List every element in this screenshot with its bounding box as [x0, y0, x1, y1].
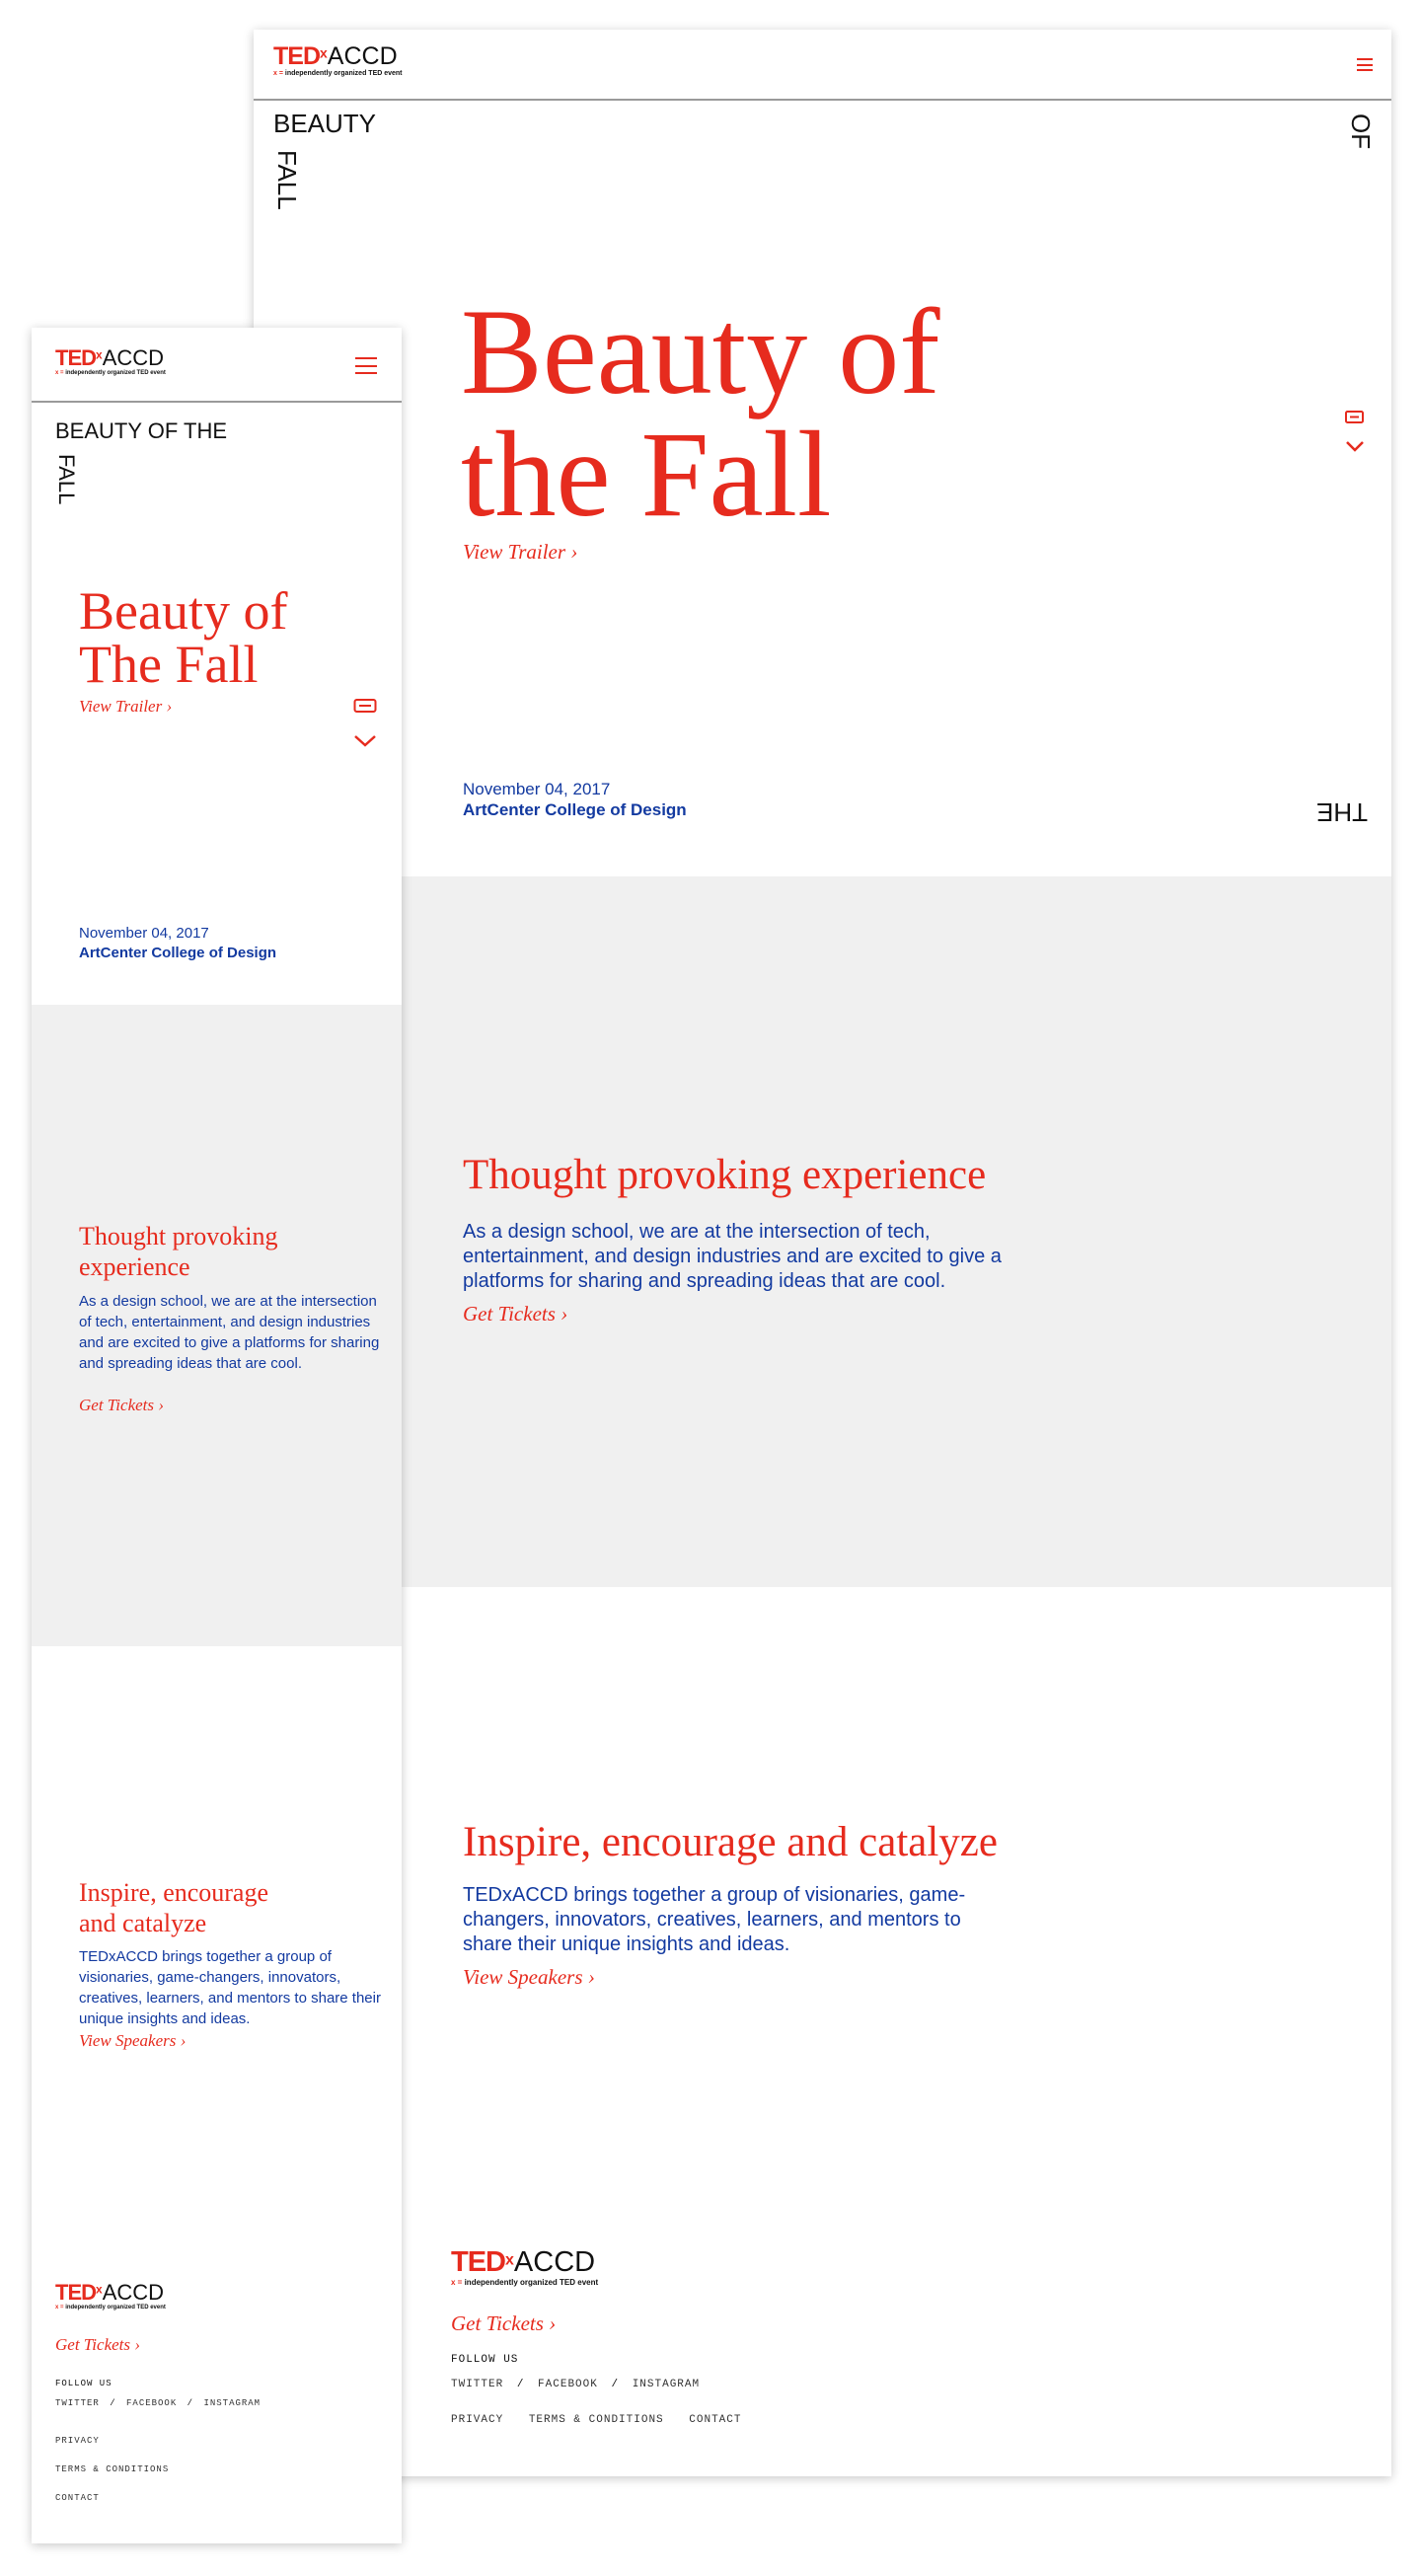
social-links: TWITTER / FACEBOOK / INSTAGRAM: [451, 2379, 700, 2390]
logo-tagline: independently organized TED event: [284, 70, 403, 77]
event-venue: ArtCenter College of Design: [463, 800, 687, 819]
mobile-chevron-down-icon[interactable]: [353, 734, 377, 748]
mobile-logo-ted: TED: [55, 345, 97, 370]
privacy-link[interactable]: PRIVACY: [451, 2414, 503, 2426]
mobile-inspire-heading: Inspire, encourage and catalyze: [79, 1877, 268, 1938]
mobile-facebook-link[interactable]: FACEBOOK: [126, 2398, 177, 2408]
mobile-social-separator: /: [187, 2398, 194, 2408]
footer-logo-x: x: [505, 2251, 514, 2269]
terms-link[interactable]: TERMS & CONDITIONS: [529, 2414, 664, 2426]
hero-title-line2: the Fall: [461, 407, 832, 542]
corner-word-beauty: BEAUTY: [273, 109, 377, 138]
mobile-twitter-link[interactable]: TWITTER: [55, 2398, 100, 2408]
corner-word-the: THE: [1316, 797, 1368, 827]
mobile-logo-accd: ACCD: [102, 345, 165, 370]
hero-title-line1: Beauty of: [461, 284, 940, 419]
legal-links: PRIVACY TERMS & CONDITIONS CONTACT: [451, 2414, 741, 2426]
mobile-view-speakers-link[interactable]: View Speakers ›: [79, 2031, 186, 2051]
corner-word-of: OF: [1346, 114, 1376, 150]
footer-logo-tag-mark: x =: [451, 2278, 463, 2287]
social-separator: /: [516, 2379, 525, 2390]
mobile-corner-fall: FALL: [54, 454, 79, 505]
mobile-footer-logo-x: x: [96, 2282, 103, 2297]
experience-heading: Thought provoking experience: [463, 1152, 987, 1198]
mobile-hero-title: Beauty of The Fall: [79, 584, 287, 691]
mobile-inspire-body: TEDxACCD brings together a group of visi…: [79, 1948, 381, 2027]
mobile-footer-tedx-logo[interactable]: TEDxACCD x = independently organized TED…: [55, 2282, 166, 2311]
tedx-logo[interactable]: TEDxACCD x = independently organized TED…: [273, 42, 403, 78]
twitter-link[interactable]: TWITTER: [451, 2379, 503, 2390]
mobile-footer-logo-ted: TED: [55, 2280, 97, 2305]
mobile-tedx-logo[interactable]: TEDxACCD x = independently organized TED…: [55, 345, 166, 377]
mobile-frame: TEDxACCD x = independently organized TED…: [32, 328, 402, 2543]
follow-us-label: FOLLOW US: [451, 2354, 519, 2366]
mobile-logo-tag-mark: x =: [55, 370, 64, 376]
hero-title: Beauty of the Fall: [461, 291, 940, 536]
footer-logo-tagline: independently organized TED event: [464, 2278, 599, 2287]
mobile-footer-logo-tagline: independently organized TED event: [65, 2305, 166, 2311]
contact-link[interactable]: CONTACT: [689, 2414, 741, 2426]
view-trailer-link[interactable]: View Trailer ›: [463, 540, 577, 565]
mobile-terms-link[interactable]: TERMS & CONDITIONS: [55, 2464, 169, 2474]
mobile-privacy-link[interactable]: PRIVACY: [55, 2436, 100, 2446]
mobile-ticket-icon[interactable]: [353, 697, 377, 715]
social-separator: /: [611, 2379, 620, 2390]
inspire-body: TEDxACCD brings together a group of visi…: [463, 1884, 966, 1955]
mobile-experience-heading-line1: Thought provoking: [79, 1222, 278, 1250]
mobile-experience-body: As a design school, we are at the inters…: [79, 1293, 380, 1372]
mobile-experience-heading-line2: experience: [79, 1252, 190, 1281]
mobile-hero-title-line2: The Fall: [79, 635, 259, 694]
view-speakers-link[interactable]: View Speakers ›: [463, 1965, 595, 1990]
mobile-logo-x: x: [96, 347, 103, 362]
get-tickets-link[interactable]: Get Tickets ›: [463, 1302, 567, 1326]
event-date: November 04, 2017: [463, 780, 611, 798]
mobile-footer-logo-accd: ACCD: [102, 2280, 165, 2305]
inspire-heading: Inspire, encourage and catalyze: [463, 1819, 998, 1865]
mobile-inspire-heading-line1: Inspire, encourage: [79, 1878, 269, 1907]
logo-x: x: [320, 44, 328, 61]
footer-logo-accd: ACCD: [513, 2246, 596, 2278]
desktop-frame: TEDxACCD x = independently organized TED…: [254, 30, 1391, 2476]
mobile-experience-heading: Thought provoking experience: [79, 1221, 278, 1282]
facebook-link[interactable]: FACEBOOK: [538, 2379, 598, 2390]
mobile-get-tickets-link[interactable]: Get Tickets ›: [79, 1396, 164, 1415]
mobile-instagram-link[interactable]: INSTAGRAM: [203, 2398, 261, 2408]
mobile-logo-tagline: independently organized TED event: [65, 370, 166, 376]
mobile-inspire-heading-line2: and catalyze: [79, 1909, 207, 1937]
footer-get-tickets-link[interactable]: Get Tickets ›: [451, 2311, 556, 2336]
menu-icon[interactable]: [1357, 58, 1373, 71]
logo-tag-mark: x =: [273, 70, 283, 77]
mobile-follow-us-label: FOLLOW US: [55, 2379, 112, 2388]
mobile-social-links: TWITTER / FACEBOOK / INSTAGRAM: [55, 2398, 261, 2408]
mobile-contact-link[interactable]: CONTACT: [55, 2493, 100, 2503]
logo-ted: TED: [273, 42, 321, 70]
mobile-event-venue: ArtCenter College of Design: [79, 945, 277, 961]
logo-accd: ACCD: [327, 42, 398, 70]
mobile-footer-get-tickets-link[interactable]: Get Tickets ›: [55, 2335, 140, 2355]
corner-word-fall: FALL: [272, 150, 302, 210]
mobile-corner-beauty-of-the: BEAUTY OF THE: [55, 418, 228, 443]
mobile-view-trailer-link[interactable]: View Trailer ›: [79, 697, 172, 717]
mobile-social-separator: /: [110, 2398, 116, 2408]
mobile-event-date: November 04, 2017: [79, 925, 209, 942]
mobile-footer-logo-tag-mark: x =: [55, 2305, 64, 2311]
mobile-experience-section: Thought provoking experience As a design…: [32, 1005, 402, 1646]
chevron-down-icon[interactable]: [1345, 440, 1365, 453]
footer-tedx-logo[interactable]: TEDxACCD x = independently organized TED…: [451, 2246, 599, 2288]
site-header: TEDxACCD x = independently organized TED…: [254, 30, 1391, 101]
mobile-hero-title-line1: Beauty of: [79, 581, 288, 641]
mobile-site-header: TEDxACCD x = independently organized TED…: [32, 328, 402, 403]
instagram-link[interactable]: INSTAGRAM: [633, 2379, 700, 2390]
footer-logo-ted: TED: [451, 2246, 506, 2278]
ticket-icon[interactable]: [1345, 410, 1364, 424]
experience-section: Thought provoking experience As a design…: [254, 876, 1391, 1587]
experience-body: As a design school, we are at the inters…: [463, 1221, 1002, 1292]
mobile-menu-icon[interactable]: [355, 357, 377, 374]
